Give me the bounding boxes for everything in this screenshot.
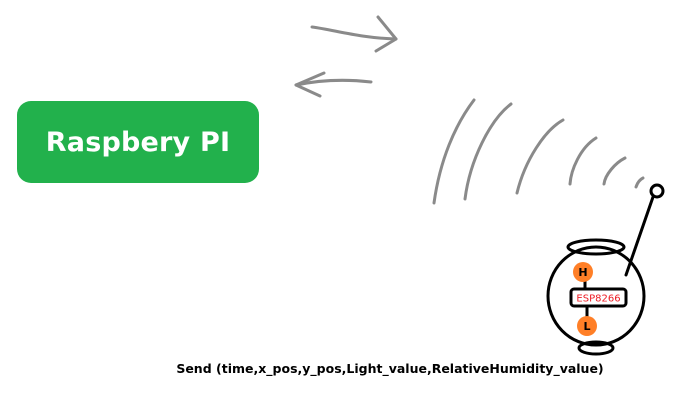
- high-pin-label: H: [578, 266, 587, 279]
- diagram-canvas: ESP8266 H L Raspbery PI Send (time,x_pos…: [0, 0, 685, 406]
- esp-device: ESP8266 H L: [546, 238, 646, 356]
- low-pin-label: L: [583, 320, 590, 333]
- raspberry-pi-box: Raspbery PI: [17, 101, 259, 183]
- arrow-right-icon: [310, 15, 398, 53]
- wifi-waves-icon: [432, 98, 645, 205]
- chip-label: ESP8266: [576, 294, 620, 305]
- arrow-left-icon: [294, 71, 373, 98]
- raspberry-pi-label: Raspbery PI: [45, 126, 231, 158]
- sketch-layer: ESP8266 H L: [294, 15, 665, 356]
- send-caption: Send (time,x_pos,y_pos,Light_value,Relat…: [176, 361, 604, 376]
